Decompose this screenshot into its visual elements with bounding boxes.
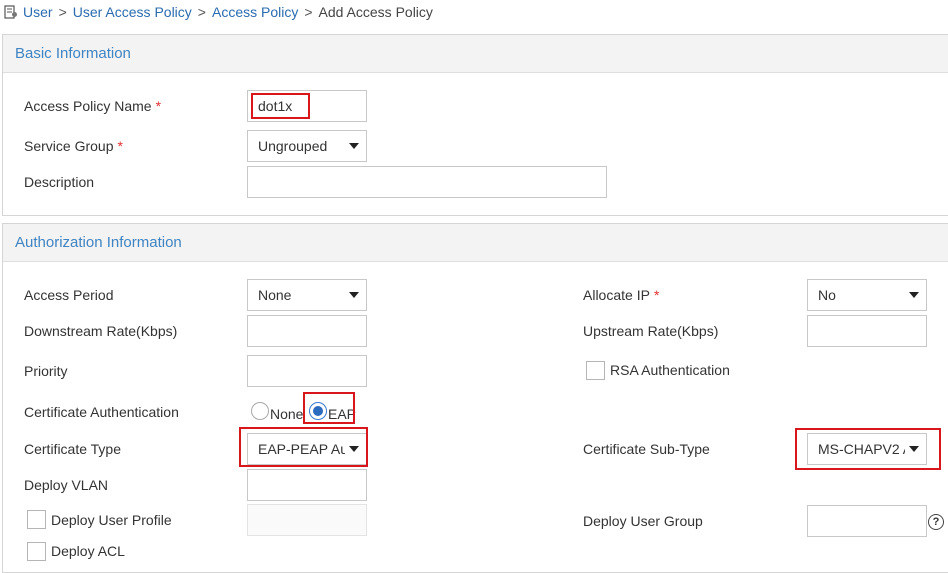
breadcrumb-access-policy[interactable]: Access Policy bbox=[212, 4, 298, 20]
access-policy-name-input[interactable]: dot1x bbox=[247, 90, 367, 122]
chevron-down-icon bbox=[909, 446, 919, 452]
priority-input[interactable] bbox=[247, 355, 367, 387]
breadcrumb-separator: > bbox=[197, 4, 206, 20]
deploy-acl-checkbox[interactable] bbox=[27, 542, 46, 561]
downstream-rate-label: Downstream Rate(Kbps) bbox=[24, 323, 178, 339]
certificate-type-select[interactable]: EAP-PEAP Auth bbox=[247, 433, 367, 465]
deploy-vlan-label: Deploy VLAN bbox=[24, 477, 109, 493]
deploy-acl-label: Deploy ACL bbox=[51, 543, 125, 559]
service-group-label: Service Group * bbox=[24, 138, 123, 154]
section-title: Basic Information bbox=[3, 35, 948, 73]
help-icon[interactable]: ? bbox=[928, 514, 944, 530]
breadcrumb-separator: > bbox=[304, 4, 313, 20]
cert-auth-eap-radio[interactable] bbox=[309, 402, 327, 420]
deploy-user-profile-label: Deploy User Profile bbox=[51, 512, 172, 528]
deploy-user-group-label: Deploy User Group bbox=[583, 513, 703, 529]
certificate-authentication-label: Certificate Authentication bbox=[24, 404, 179, 420]
certificate-sub-type-label: Certificate Sub-Type bbox=[583, 441, 710, 457]
breadcrumb: User > User Access Policy > Access Polic… bbox=[4, 2, 433, 22]
description-label: Description bbox=[24, 174, 95, 190]
breadcrumb-current: Add Access Policy bbox=[318, 4, 433, 20]
cert-auth-none-label: None bbox=[270, 406, 304, 422]
deploy-user-profile-input bbox=[247, 504, 367, 536]
access-period-label: Access Period bbox=[24, 287, 114, 303]
chevron-down-icon bbox=[349, 446, 359, 452]
chevron-down-icon bbox=[909, 292, 919, 298]
access-period-select[interactable]: None bbox=[247, 279, 367, 311]
chevron-down-icon bbox=[349, 292, 359, 298]
downstream-rate-input[interactable] bbox=[247, 315, 367, 347]
section-title: Authorization Information bbox=[3, 224, 948, 262]
chevron-down-icon bbox=[349, 143, 359, 149]
breadcrumb-user[interactable]: User bbox=[23, 4, 53, 20]
rsa-authentication-label: RSA Authentication bbox=[610, 362, 730, 378]
allocate-ip-label: Allocate IP * bbox=[583, 287, 660, 303]
description-input[interactable] bbox=[247, 166, 607, 198]
service-group-select[interactable]: Ungrouped bbox=[247, 130, 367, 162]
deploy-user-profile-checkbox[interactable] bbox=[27, 510, 46, 529]
rsa-authentication-checkbox[interactable] bbox=[586, 361, 605, 380]
certificate-sub-type-select[interactable]: MS-CHAPV2 Auth bbox=[807, 433, 927, 465]
cert-auth-none-radio[interactable] bbox=[251, 402, 269, 420]
access-policy-name-label: Access Policy Name * bbox=[24, 98, 162, 114]
upstream-rate-input[interactable] bbox=[807, 315, 927, 347]
allocate-ip-select[interactable]: No bbox=[807, 279, 927, 311]
cert-auth-eap-label: EAP bbox=[328, 406, 357, 422]
breadcrumb-separator: > bbox=[58, 4, 67, 20]
certificate-type-label: Certificate Type bbox=[24, 441, 122, 457]
deploy-vlan-input[interactable] bbox=[247, 469, 367, 501]
breadcrumb-user-access-policy[interactable]: User Access Policy bbox=[73, 4, 192, 20]
user-directory-icon bbox=[4, 5, 17, 19]
upstream-rate-label: Upstream Rate(Kbps) bbox=[583, 323, 719, 339]
priority-label: Priority bbox=[24, 363, 68, 379]
deploy-user-group-input[interactable] bbox=[807, 505, 927, 537]
